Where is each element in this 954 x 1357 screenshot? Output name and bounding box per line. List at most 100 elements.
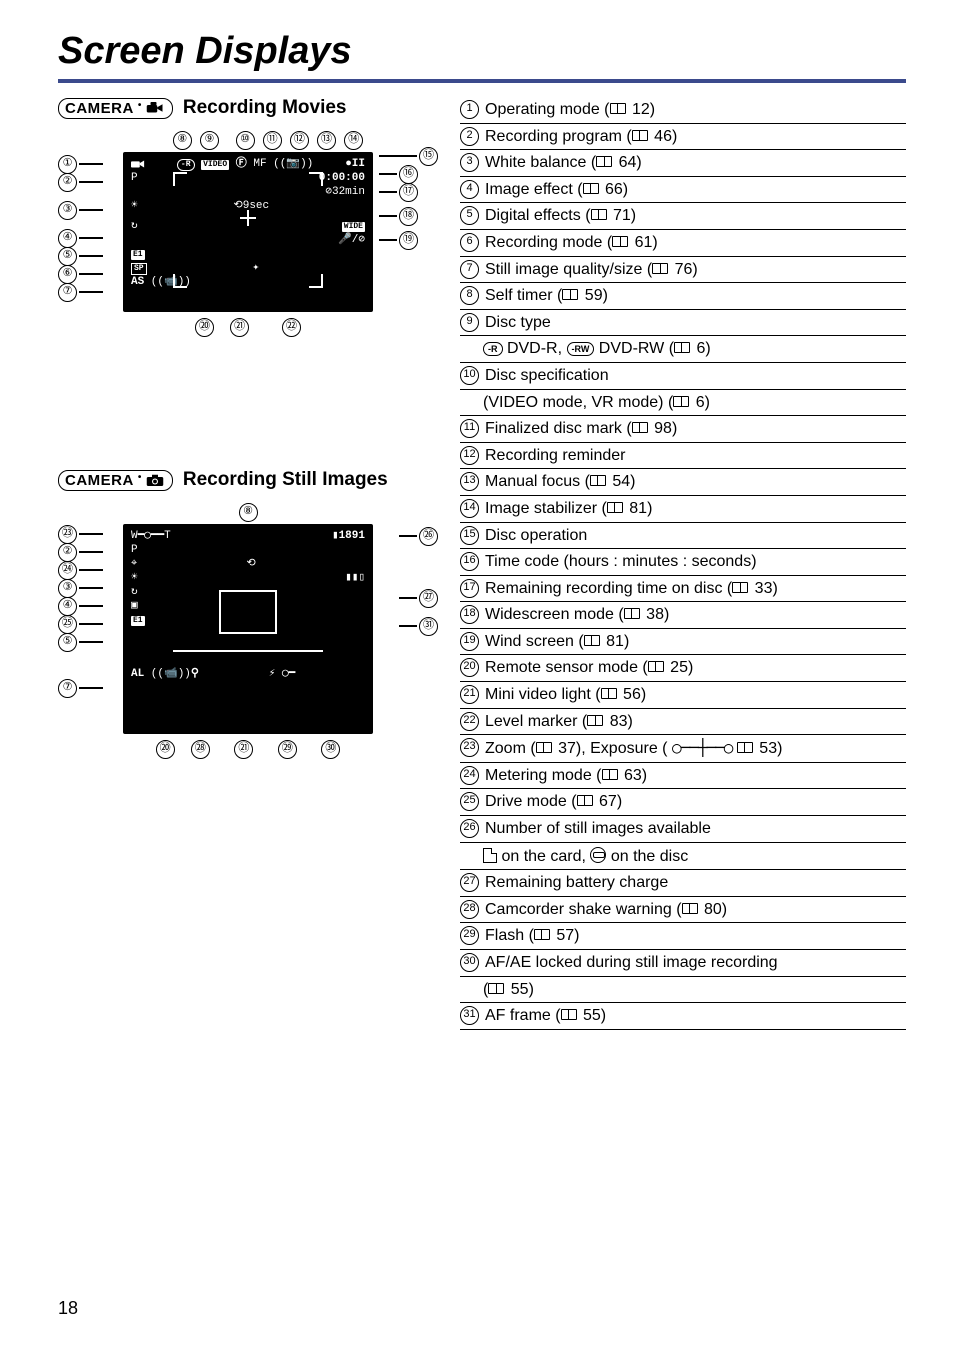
reference-item: 31AF frame ( 55): [460, 1003, 906, 1030]
book-icon: [584, 635, 602, 647]
card-icon: [483, 848, 497, 863]
book-icon: [488, 983, 506, 995]
book-icon: [607, 502, 625, 514]
disc-icon: [590, 847, 606, 863]
reference-text: Camcorder shake warning ( 80): [485, 899, 906, 921]
disc-r-badge: -R: [483, 342, 503, 356]
book-icon: [562, 289, 580, 301]
osd-p: P: [131, 544, 138, 557]
reference-text: Remote sensor mode ( 25): [485, 657, 906, 679]
reference-item: 26Number of still images available: [460, 816, 906, 843]
book-icon: [602, 769, 620, 781]
reference-number: 6: [460, 233, 479, 252]
book-icon: [587, 715, 605, 727]
reference-number: 27: [460, 873, 479, 892]
reference-text: Disc operation: [485, 525, 906, 547]
reference-item: 25Drive mode ( 67): [460, 789, 906, 816]
osd-count: 1891: [339, 530, 365, 542]
reference-text: AF/AE locked during still image recordin…: [485, 952, 906, 974]
reference-number: 18: [460, 605, 479, 624]
reference-text: Manual focus ( 54): [485, 471, 906, 493]
osd-wide: WIDE: [342, 222, 365, 232]
book-icon: [624, 608, 642, 620]
mode-badge-text: CAMERA: [65, 472, 134, 489]
mode-badge-movies: CAMERA •: [58, 98, 173, 119]
mode-badge-stills: CAMERA •: [58, 470, 173, 491]
osd-mf: MF: [253, 158, 266, 170]
reference-subitem: ( 55): [460, 977, 906, 1004]
diagram-movies: ⑧ ⑨ ⑩ ⑪ ⑫ ⑬ ⑭ ① ② ③ ④ ⑤ ⑥ ⑦: [58, 129, 438, 349]
title-rule: [58, 79, 906, 83]
callouts-left-stills: ㉓ ② ㉔ ③ ④ ㉕ ⑤ ⑦: [58, 525, 103, 697]
reference-number: 31: [460, 1006, 479, 1025]
reference-item: 20Remote sensor mode ( 25): [460, 655, 906, 682]
reference-item: 2Recording program ( 46): [460, 124, 906, 151]
reference-item: 24Metering mode ( 63): [460, 763, 906, 790]
reference-number: 12: [460, 446, 479, 465]
reference-text: Time code (hours : minutes : seconds): [485, 551, 906, 573]
book-icon: [610, 103, 628, 115]
osd-screen-stills: W━◯━━T ▮1891 P ⌖⟲ ☀▮▮▯ ↻ ▣ E1 AL ((📹))⚲ …: [123, 524, 373, 734]
reference-text: Self timer ( 59): [485, 285, 906, 307]
callouts-bottom-stills: ⑳ ㉘ ㉑ ㉙ ㉚: [58, 738, 438, 759]
reference-number: 14: [460, 499, 479, 518]
reference-item: 23Zoom ( 37), Exposure ( ○──┼──○ 53): [460, 735, 906, 763]
osd-disc-badge: -R: [177, 159, 195, 171]
osd-p: P: [131, 172, 138, 185]
mode-badge-text: CAMERA: [65, 100, 134, 117]
reference-text: Remaining battery charge: [485, 872, 906, 894]
book-icon: [561, 1009, 579, 1021]
osd-sp: SP: [131, 263, 147, 275]
reference-text: Recording mode ( 61): [485, 232, 906, 254]
reference-text: Level marker ( 83): [485, 711, 906, 733]
left-column: CAMERA • Recording Movies ⑧ ⑨ ⑩ ⑪ ⑫ ⑬ ⑭: [58, 97, 438, 1030]
reference-item: 22Level marker ( 83): [460, 709, 906, 736]
reference-text: Remaining recording time on disc ( 33): [485, 578, 906, 600]
reference-number: 30: [460, 953, 479, 972]
reference-item: 9Disc type: [460, 310, 906, 337]
reference-item: 6 Recording mode ( 61): [460, 230, 906, 257]
reference-item: 21 Mini video light ( 56): [460, 682, 906, 709]
reference-subitem: -R DVD-R, -RW DVD-RW ( 6): [460, 336, 906, 363]
reference-number: 21: [460, 685, 479, 704]
reference-item: 10Disc specification: [460, 363, 906, 390]
reference-number: 24: [460, 766, 479, 785]
reference-text: Still image quality/size ( 76): [485, 259, 906, 281]
book-icon: [590, 475, 608, 487]
osd-video-badge: VIDEO: [201, 160, 229, 170]
reference-item: 30 AF/AE locked during still image record…: [460, 950, 906, 977]
callouts-right-stills: ㉖ ㉗ ㉛: [399, 527, 438, 635]
exposure-icon: ○──┼──○: [672, 738, 732, 757]
reference-item: 15Disc operation: [460, 523, 906, 550]
book-icon: [674, 342, 692, 354]
reference-item: 27 Remaining battery charge: [460, 870, 906, 897]
reference-number: 10: [460, 366, 479, 385]
level-line: [173, 650, 323, 652]
reference-number: 28: [460, 900, 479, 919]
reference-text: Image stabilizer ( 81): [485, 498, 906, 520]
reference-item: 11Finalized disc mark ( 98): [460, 416, 906, 443]
reference-text: Finalized disc mark ( 98): [485, 418, 906, 440]
reference-number: 9: [460, 313, 479, 332]
diagram-stills: ⑧ ㉓ ② ㉔ ③ ④ ㉕ ⑤ ⑦ ㉖ ㉗ ㉛: [58, 501, 438, 791]
af-frame-icon: [219, 590, 277, 634]
osd-al: AL: [131, 668, 144, 680]
camcorder-icon: [146, 101, 164, 115]
callouts-top-stills: ⑧: [58, 501, 438, 522]
section-heading-movies: Recording Movies: [183, 97, 347, 119]
reference-item: 1Operating mode ( 12): [460, 97, 906, 124]
reference-text: Wind screen ( 81): [485, 631, 906, 653]
reference-number: 29: [460, 926, 479, 945]
osd-rec-pause: ●II: [345, 158, 365, 171]
osd-remaining: 32min: [332, 186, 365, 198]
camera-icon: [146, 473, 164, 487]
book-icon: [673, 396, 691, 408]
reference-text: Number of still images available: [485, 818, 906, 840]
callouts-left-movies: ① ② ③ ④ ⑤ ⑥ ⑦: [58, 155, 103, 301]
book-icon: [536, 742, 554, 754]
camcorder-osd-icon: [131, 158, 145, 170]
reference-text: Mini video light ( 56): [485, 684, 906, 706]
osd-as: AS: [131, 276, 144, 288]
reference-number: 7: [460, 260, 479, 279]
osd-e1: E1: [131, 250, 145, 260]
